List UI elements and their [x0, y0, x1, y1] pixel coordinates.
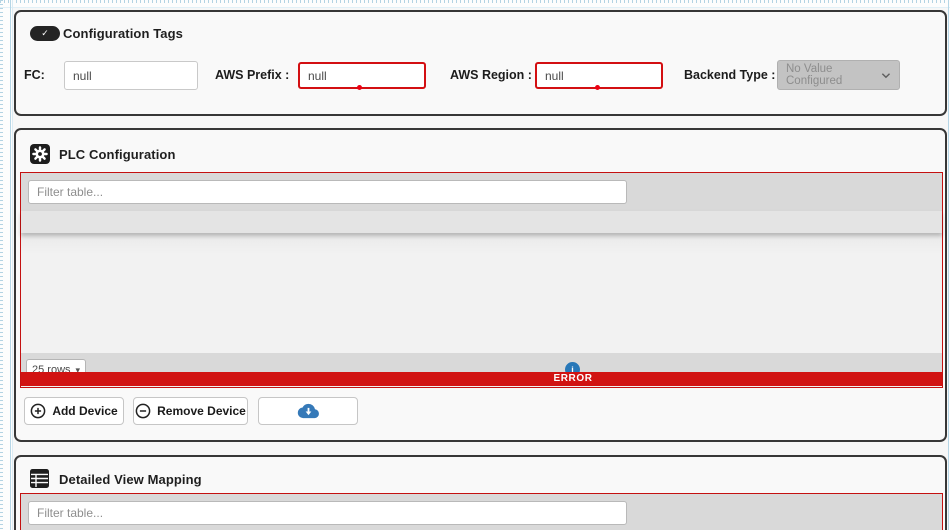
plc-configuration-panel: PLC Configuration 25 rows ▾ i ERROR	[14, 128, 947, 442]
remove-device-button[interactable]: Remove Device	[133, 397, 248, 425]
table-filter-band	[21, 494, 942, 530]
plc-filter-input[interactable]	[28, 180, 627, 204]
aws-prefix-input[interactable]	[298, 62, 426, 89]
validation-error-dot	[357, 85, 362, 90]
validation-error-dot	[595, 85, 600, 90]
panel-title: PLC Configuration	[59, 147, 176, 162]
plc-table: 25 rows ▾ i ERROR	[20, 172, 943, 388]
designer-canvas: ✓ Configuration Tags FC: AWS Prefix : AW…	[0, 0, 950, 530]
table-filter-band	[21, 173, 942, 211]
mapping-filter-input[interactable]	[28, 501, 627, 525]
backend-type-value: No Value Configured	[786, 63, 881, 87]
table-body-empty	[21, 233, 942, 353]
remove-device-label: Remove Device	[157, 404, 246, 418]
chevron-down-icon	[881, 72, 891, 79]
plus-circle-icon	[30, 403, 46, 419]
table-list-icon	[30, 469, 49, 488]
backend-type-label: Backend Type :	[684, 61, 775, 90]
error-banner-label: ERROR	[553, 373, 592, 385]
panel-title: Detailed View Mapping	[59, 472, 202, 487]
error-banner: ERROR	[21, 372, 942, 386]
backend-type-select[interactable]: No Value Configured	[777, 60, 900, 90]
grid-guide-line	[12, 0, 13, 530]
grid-guide-line	[948, 0, 949, 530]
add-device-label: Add Device	[52, 404, 117, 418]
aws-prefix-label: AWS Prefix :	[215, 61, 289, 90]
panel-title: Configuration Tags	[63, 26, 183, 41]
cloud-download-icon	[297, 403, 320, 419]
toggle-check-icon[interactable]: ✓	[30, 26, 60, 41]
table-pager-band	[21, 353, 942, 372]
add-device-button[interactable]: Add Device	[24, 397, 124, 425]
grid-guide-line	[10, 0, 11, 530]
ruler-top	[0, 0, 950, 8]
upload-cloud-button[interactable]	[258, 397, 358, 425]
aws-region-label: AWS Region :	[450, 61, 532, 90]
mapping-table	[20, 493, 943, 530]
minus-circle-icon	[135, 403, 151, 419]
ruler-left	[0, 0, 8, 530]
fc-label: FC:	[24, 61, 45, 90]
fc-input[interactable]	[64, 61, 198, 90]
check-glyph: ✓	[41, 29, 49, 38]
configuration-tags-panel: ✓ Configuration Tags FC: AWS Prefix : AW…	[14, 10, 947, 116]
detailed-view-mapping-panel: Detailed View Mapping	[14, 455, 947, 530]
table-column-header-row	[21, 211, 942, 233]
gear-icon	[30, 144, 50, 164]
